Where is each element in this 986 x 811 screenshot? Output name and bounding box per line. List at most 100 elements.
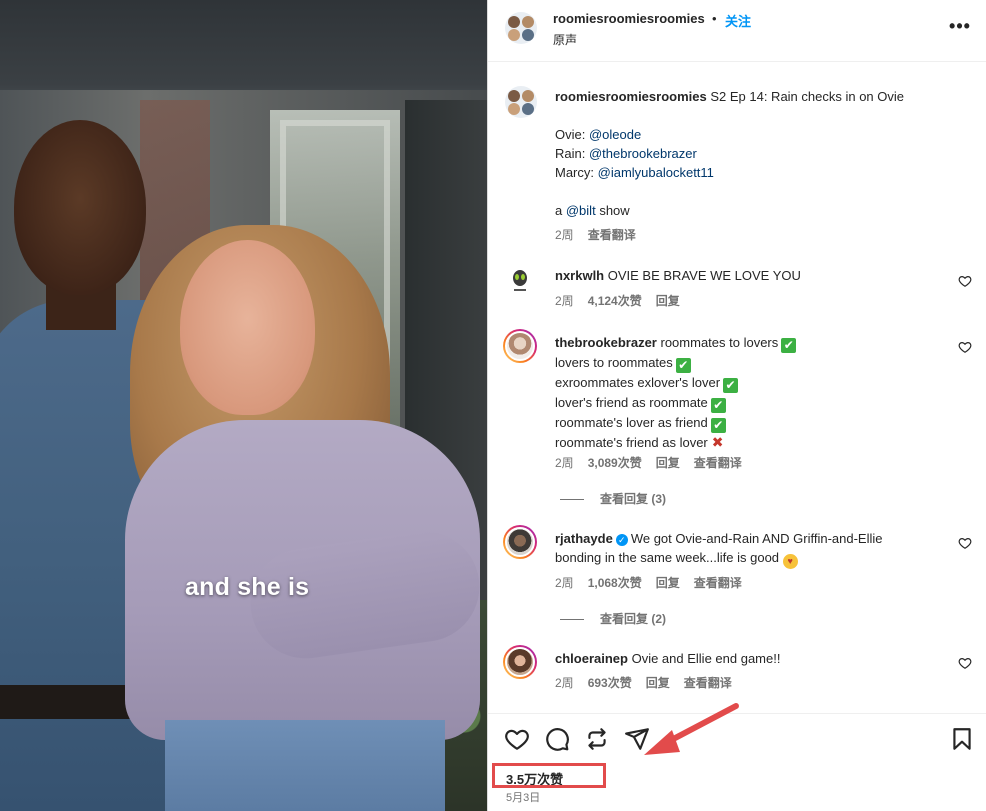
more-options-icon[interactable]: ••• (948, 14, 972, 38)
check-mark-icon: ✔ (675, 358, 691, 373)
comment-line: lovers to roommates (555, 355, 673, 370)
caption-title: S2 Ep 14: Rain checks in on Ovie (710, 89, 905, 104)
replies-divider (560, 499, 584, 501)
reply-button[interactable]: 回复 (656, 456, 680, 470)
heart-eyes-emoji-icon: ♥ (782, 554, 798, 569)
comment-avatar[interactable] (503, 329, 537, 363)
comment-body: OVIE BE BRAVE WE LOVE YOU (607, 268, 801, 283)
like-icon[interactable] (504, 726, 530, 752)
view-replies-button[interactable]: 查看回复 (3) (560, 490, 666, 507)
reply-button[interactable]: 回复 (656, 576, 680, 590)
comment-line: bonding in the same week...life is good (555, 550, 780, 565)
like-comment-icon[interactable] (958, 340, 972, 354)
comment-text: thebrookebrazer roommates to lovers ✔ lov… (555, 333, 945, 452)
comment-avatar[interactable] (503, 525, 537, 559)
alien-logo-icon (504, 265, 536, 297)
verified-badge-icon: ✓ (615, 534, 628, 546)
video-caption: and she is (185, 573, 310, 601)
comment-line: roommate's lover as friend (555, 415, 708, 430)
view-replies-label: 查看回复 (2) (600, 612, 667, 626)
like-count[interactable]: 1,068次赞 (588, 576, 642, 590)
comment-meta: 2周 693次赞 回复 查看翻译 (555, 674, 746, 691)
mention-link[interactable]: @bilt (566, 203, 596, 218)
like-count[interactable]: 3,089次赞 (588, 456, 642, 470)
show-prefix: a (555, 203, 563, 218)
timestamp: 2周 (555, 576, 574, 590)
show-line: a @bilt show (555, 201, 945, 220)
credit-line: Rain: @thebrookebrazer (555, 144, 945, 163)
view-replies-button[interactable]: 查看回复 (2) (560, 610, 666, 627)
see-translation-button[interactable]: 查看翻译 (694, 576, 742, 590)
timestamp: 2周 (555, 456, 574, 470)
comment-username[interactable]: rjathayde (555, 531, 613, 546)
check-mark-icon: ✔ (710, 398, 726, 413)
comment-avatar[interactable] (503, 264, 537, 298)
video-man-head (14, 120, 146, 295)
credit-role: Rain: (555, 146, 586, 161)
caption-meta: 2周 查看翻译 (555, 226, 650, 243)
like-comment-icon[interactable] (958, 536, 972, 550)
timestamp: 2周 (555, 676, 574, 690)
check-mark-icon: ✔ (710, 418, 726, 433)
comment-username[interactable]: nxrkwlh (555, 268, 604, 283)
audio-label[interactable]: 原声 (553, 31, 577, 48)
see-translation-button[interactable]: 查看翻译 (684, 676, 732, 690)
comment-text: chloerainep Ovie and Ellie end game!! (555, 649, 945, 668)
separator-dot: • (712, 11, 717, 26)
annotation-highlight-box (492, 763, 606, 788)
reply-button[interactable]: 回复 (646, 676, 670, 690)
credit-role: Ovie: (555, 127, 586, 142)
mention-link[interactable]: @iamlyubalockett11 (598, 165, 714, 180)
credit-role: Marcy: (555, 165, 594, 180)
video-jeans (165, 720, 445, 811)
video-player[interactable]: and she is (0, 0, 487, 811)
like-comment-icon[interactable] (958, 274, 972, 288)
comment-username[interactable]: thebrookebrazer (555, 335, 657, 350)
mention-link[interactable]: @oleode (589, 127, 641, 142)
comment-text: rjathayde ✓ We got Ovie-and-Rain AND Griff… (555, 529, 945, 569)
comment-meta: 2周 4,124次赞 回复 (555, 292, 694, 309)
cross-mark-icon: ✖ (711, 434, 724, 450)
timestamp: 2周 (555, 294, 574, 308)
comment-avatar[interactable] (503, 645, 537, 679)
post-author-username[interactable]: roomiesroomiesroomies (553, 11, 705, 26)
bookmark-icon[interactable] (949, 726, 975, 752)
comment-icon[interactable] (544, 726, 570, 752)
comment-line: We got Ovie-and-Rain AND Griffin-and-Ell… (630, 531, 883, 546)
comment-username[interactable]: chloerainep (555, 651, 628, 666)
caption-text: roomiesroomiesroomies S2 Ep 14: Rain che… (555, 87, 945, 220)
credit-line: Ovie: @oleode (555, 125, 945, 144)
check-mark-icon: ✔ (723, 378, 739, 393)
avatar[interactable] (505, 86, 537, 118)
credit-line: Marcy: @iamlyubalockett11 (555, 163, 945, 182)
video-woman-face (180, 240, 315, 415)
post-panel: roomiesroomiesroomies • 关注 原声 ••• roomie… (487, 0, 986, 811)
post-date: 5月3日 (506, 792, 541, 804)
comment-meta: 2周 3,089次赞 回复 查看翻译 (555, 454, 756, 471)
view-replies-label: 查看回复 (3) (600, 492, 667, 506)
comment-line: roommates to lovers (660, 335, 779, 350)
like-count[interactable]: 4,124次赞 (588, 294, 642, 308)
see-translation-button[interactable]: 查看翻译 (588, 228, 636, 242)
repost-icon[interactable] (584, 726, 610, 752)
avatar[interactable] (505, 12, 537, 44)
caption-username[interactable]: roomiesroomiesroomies (555, 89, 707, 104)
check-mark-icon: ✔ (781, 338, 797, 353)
see-translation-button[interactable]: 查看翻译 (694, 456, 742, 470)
comment-line: lover's friend as roommate (555, 395, 708, 410)
post-header: roomiesroomiesroomies • 关注 原声 ••• (488, 0, 986, 62)
like-comment-icon[interactable] (958, 656, 972, 670)
replies-divider (560, 619, 584, 621)
comment-meta: 2周 1,068次赞 回复 查看翻译 (555, 574, 756, 591)
share-icon[interactable] (624, 726, 650, 752)
show-suffix: show (599, 203, 630, 218)
comment-body: Ovie and Ellie end game!! (631, 651, 781, 666)
follow-button[interactable]: 关注 (725, 11, 751, 30)
mention-link[interactable]: @thebrookebrazer (589, 146, 697, 161)
comment-line: roommate's friend as lover (555, 435, 708, 450)
comment-line: exroommates exlover's lover (555, 375, 721, 390)
reply-button[interactable]: 回复 (656, 294, 680, 308)
timestamp: 2周 (555, 228, 574, 242)
comment-text: nxrkwlh OVIE BE BRAVE WE LOVE YOU (555, 266, 945, 285)
like-count[interactable]: 693次赞 (588, 676, 632, 690)
